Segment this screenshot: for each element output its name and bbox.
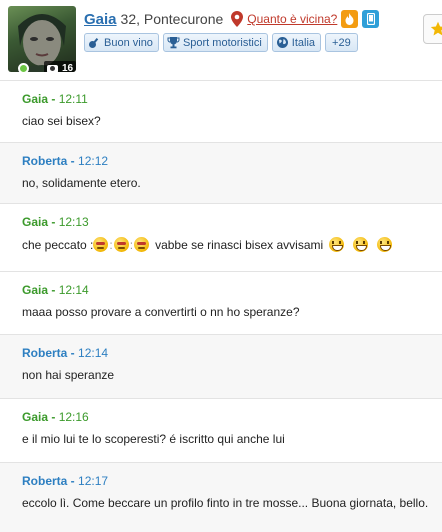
sender-name[interactable]: Roberta xyxy=(22,346,67,360)
more-tags-button[interactable]: +29 xyxy=(325,33,358,52)
crying-emoji-icon xyxy=(93,237,109,252)
profile-avatar[interactable]: 16 xyxy=(8,6,76,72)
colon-text: : xyxy=(109,237,113,252)
profile-age-location: 32, Pontecurone xyxy=(120,11,224,27)
sender-name[interactable]: Gaia xyxy=(22,92,48,106)
message-time: 12:13 xyxy=(58,215,89,229)
message-header: Gaia - 12:13 xyxy=(22,215,89,229)
message-text: non hai speranze xyxy=(22,368,115,382)
message-time: 12:14 xyxy=(78,346,109,360)
message-item: Gaia - 12:11 ciao sei bisex? xyxy=(0,80,442,142)
grin-emoji-icon xyxy=(377,237,393,252)
message-item: Gaia - 12:13 che peccato : : : vabbe se … xyxy=(0,203,442,271)
message-item: Gaia - 12:16 e il mio lui te lo scoperes… xyxy=(0,398,442,462)
message-text: maaa posso provare a convertirti o nn ho… xyxy=(22,305,300,319)
message-time: 12:17 xyxy=(78,474,109,488)
sender-name[interactable]: Roberta xyxy=(22,154,67,168)
message-time: 12:11 xyxy=(58,92,88,106)
message-header: Roberta - 12:14 xyxy=(22,346,109,360)
distance-link[interactable]: Quanto è vicina? xyxy=(247,12,337,26)
grin-emoji-icon xyxy=(329,237,345,252)
message-header: Gaia - 12:16 xyxy=(22,410,89,424)
online-status-icon xyxy=(18,63,29,72)
flame-button[interactable] xyxy=(341,10,359,28)
camera-icon xyxy=(47,64,58,72)
photo-count: 16 xyxy=(62,63,74,72)
message-header: Gaia - 12:14 xyxy=(22,283,89,297)
profile-header: 16 Gaia 32, Pontecurone Quanto è vicina? xyxy=(0,0,442,80)
message-time: 12:16 xyxy=(58,410,89,424)
message-text: eccolo lì. Come beccare un profilo finto… xyxy=(22,496,429,510)
message-list: Gaia - 12:11 ciao sei bisex? Roberta - 1… xyxy=(0,80,442,532)
tag-italia[interactable]: Italia xyxy=(271,33,322,52)
message-time: 12:14 xyxy=(58,283,89,297)
sender-name[interactable]: Gaia xyxy=(22,215,48,229)
sender-name[interactable]: Gaia xyxy=(22,410,48,424)
message-text: ciao sei bisex? xyxy=(22,114,101,128)
crying-emoji-icon xyxy=(113,237,129,252)
mobile-phone-icon xyxy=(366,13,375,25)
colon-text: : xyxy=(129,237,134,252)
message-text-part: vabbe se rinasci bisex avvisami xyxy=(155,237,324,252)
guitar-icon xyxy=(89,38,99,48)
message-header: Roberta - 12:12 xyxy=(22,154,109,168)
tag-label: Italia xyxy=(291,36,316,49)
grin-emoji-icon xyxy=(353,237,369,252)
message-header: Gaia - 12:11 xyxy=(22,92,88,106)
sender-name[interactable]: Gaia xyxy=(22,283,48,297)
crying-emoji-icon xyxy=(134,237,150,252)
tag-buon-vino[interactable]: Buon vino xyxy=(84,33,159,52)
message-text: che peccato : : : vabbe se rinasci bisex… xyxy=(22,237,442,252)
interest-tags: Buon vino Sport motoristici Italia +29 xyxy=(84,33,358,52)
photo-count-badge[interactable]: 16 xyxy=(44,61,76,72)
tag-label: Sport motoristici xyxy=(182,36,262,49)
globe-icon xyxy=(276,37,288,48)
profile-name-row: Gaia 32, Pontecurone Quanto è vicina? xyxy=(84,10,380,28)
trophy-icon xyxy=(167,37,180,49)
profile-username[interactable]: Gaia xyxy=(84,11,117,28)
sender-name[interactable]: Roberta xyxy=(22,474,67,488)
favorite-button[interactable] xyxy=(423,14,442,44)
message-text-part: che peccato : xyxy=(22,237,94,252)
message-header: Roberta - 12:17 xyxy=(22,474,109,488)
location-pin-icon xyxy=(231,11,244,27)
flame-icon xyxy=(345,13,354,25)
tag-label: Buon vino xyxy=(104,36,153,49)
message-text: e il mio lui te lo scoperesti? é iscritt… xyxy=(22,432,285,446)
tag-sport-motoristici[interactable]: Sport motoristici xyxy=(162,33,268,52)
message-item: Gaia - 12:14 maaa posso provare a conver… xyxy=(0,271,442,334)
message-item: Roberta - 12:17 eccolo lì. Come beccare … xyxy=(0,462,442,532)
mobile-button[interactable] xyxy=(362,10,380,28)
message-time: 12:12 xyxy=(78,154,109,168)
star-icon xyxy=(430,21,442,36)
message-text: no, solidamente etero. xyxy=(22,176,141,190)
message-item: Roberta - 12:14 non hai speranze xyxy=(0,334,442,398)
message-item: Roberta - 12:12 no, solidamente etero. xyxy=(0,142,442,203)
